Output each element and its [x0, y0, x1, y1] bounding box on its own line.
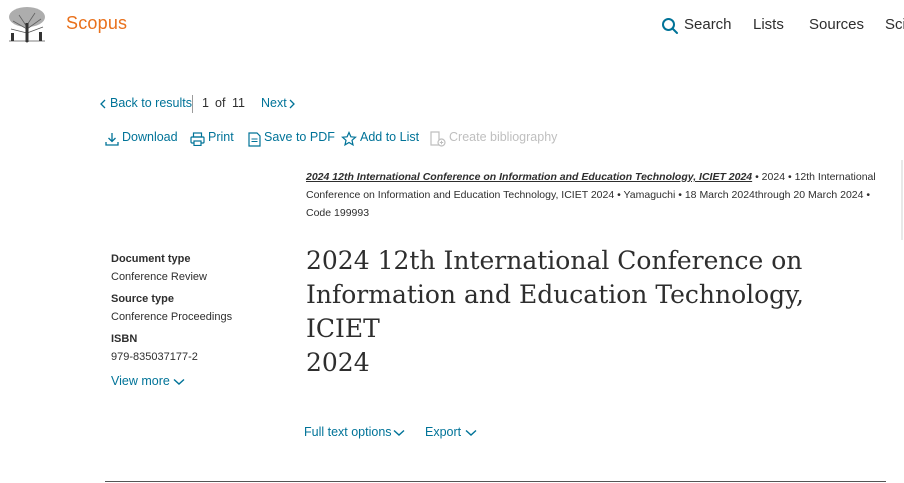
conference-dates: 18 March 2024through 20 March 2024 [684, 189, 864, 201]
bullet-5: • [866, 189, 871, 201]
nav-sci[interactable]: Sci [885, 16, 904, 33]
scrollbar-track[interactable] [901, 160, 903, 240]
chevron-down-icon [465, 429, 477, 436]
pdf-document-icon [248, 132, 261, 147]
nav-lists[interactable]: Lists [753, 16, 784, 33]
download-icon [105, 133, 119, 146]
add-to-list-label: Add to List [360, 130, 420, 144]
create-bibliography-label: Create bibliography [449, 130, 558, 144]
scopus-brand[interactable]: Scopus [66, 13, 127, 34]
result-total: 11 [232, 96, 245, 110]
bibliography-icon [430, 131, 446, 147]
export-label: Export [425, 425, 462, 439]
chevron-right-icon [289, 99, 295, 109]
document-type-label: Document type [111, 253, 191, 265]
conference-name-part2: Conference on Information and Education … [306, 189, 615, 201]
result-nav-divider [192, 95, 193, 113]
isbn-label: ISBN [111, 333, 138, 345]
star-icon [341, 131, 357, 147]
source-type-label: Source type [111, 293, 174, 305]
header: Scopus Search Lists Sources Sci [0, 0, 904, 50]
source-info: 2024 12th International Conference on In… [306, 168, 891, 222]
download-label: Download [122, 130, 178, 144]
document-title-line-1: 2024 12th International Conference on [306, 246, 803, 275]
search-icon[interactable] [661, 17, 679, 35]
conference-location: Yamaguchi [623, 189, 676, 201]
result-of-label: of [215, 96, 226, 110]
next-result-link[interactable]: Next [261, 96, 287, 110]
source-year: 2024 [761, 171, 786, 183]
section-divider [105, 481, 886, 482]
nav-search[interactable]: Search [684, 16, 732, 33]
chevron-down-icon [393, 429, 405, 436]
print-icon [190, 132, 205, 146]
elsevier-tree-logo-icon[interactable] [5, 5, 49, 45]
conference-name-part1: 12th International [794, 171, 876, 183]
conference-code: Code 199993 [306, 207, 370, 219]
view-more-label: View more [111, 374, 170, 388]
document-title-line-2: Information and Education Technology, IC… [306, 280, 804, 343]
document-type-value: Conference Review [111, 271, 207, 283]
chevron-down-icon [173, 378, 185, 385]
save-to-pdf-label: Save to PDF [264, 130, 335, 144]
result-position: 1 [202, 96, 209, 110]
source-type-value: Conference Proceedings [111, 311, 233, 323]
print-label: Print [208, 130, 234, 144]
source-title-link[interactable]: 2024 12th International Conference on In… [306, 171, 752, 183]
chevron-left-icon [100, 99, 106, 109]
isbn-value: 979-835037177-2 [111, 351, 198, 363]
document-title: 2024 12th International Conference on In… [306, 244, 866, 380]
full-text-options-label: Full text options [304, 425, 392, 439]
back-to-results-link[interactable]: Back to results [110, 96, 192, 110]
document-title-line-3: 2024 [306, 348, 370, 377]
nav-sources[interactable]: Sources [809, 16, 864, 33]
